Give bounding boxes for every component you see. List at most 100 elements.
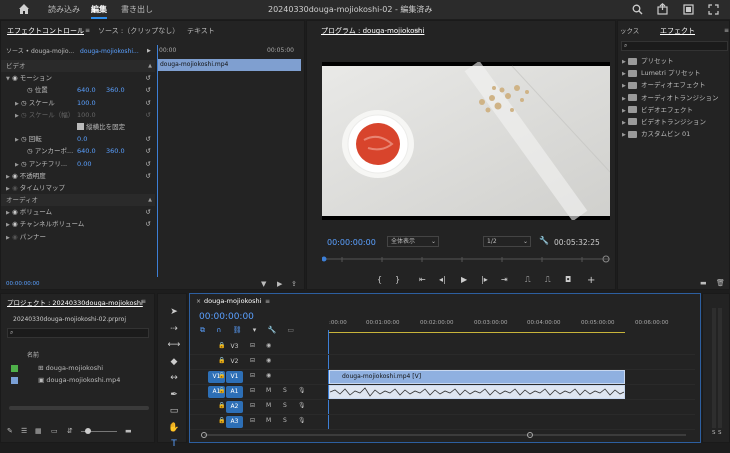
tab-source[interactable]: ソース :（クリップなし） (98, 23, 179, 39)
wrench-icon[interactable]: 🔧 (539, 236, 549, 245)
tab-text[interactable]: テキスト (187, 23, 215, 39)
lift-icon[interactable]: ⎍ (525, 275, 531, 285)
play-only-icon[interactable]: ▶ (147, 48, 151, 54)
effects-item[interactable]: ▶ Lumetri プリセット (622, 67, 730, 79)
tab-partial[interactable]: ックス (620, 23, 639, 39)
column-name[interactable]: 名前 (27, 350, 39, 359)
pen-tool-icon[interactable]: ✒ (167, 387, 181, 404)
play-icon[interactable]: ▶ (277, 280, 282, 288)
source-selector[interactable]: ソース • douga-mojio... (6, 48, 74, 55)
go-to-out-icon[interactable]: ⇥ (501, 275, 508, 284)
effects-item[interactable]: ▶ カスタムビン 01 (622, 128, 730, 140)
rectangle-tool-icon[interactable]: ▭ (167, 403, 181, 420)
fit-dropdown[interactable]: 全体表示 ⌄ (387, 236, 439, 247)
fx-channel-volume[interactable]: ▶ ◉ チャンネルボリューム ↺ (1, 218, 155, 230)
effects-item[interactable]: ▶ オーディオトランジション (622, 92, 730, 104)
fx-position[interactable]: ◷ 位置 640.0 360.0 ↺ (1, 84, 155, 96)
step-back-icon[interactable]: ◂| (439, 275, 446, 284)
fullscreen-icon[interactable] (708, 4, 719, 15)
workspace-tab-edit[interactable]: 編集 (91, 4, 107, 19)
icon-view-icon[interactable]: ▦ (35, 427, 42, 435)
workspace-tab-import[interactable]: 読み込み (48, 4, 80, 15)
fx-panner[interactable]: ▶ ◉ パンナー (1, 231, 155, 243)
resolution-dropdown[interactable]: 1/2 ⌄ (483, 236, 531, 247)
quick-export-icon[interactable] (657, 3, 668, 15)
new-bin-icon[interactable]: ▬ (700, 279, 707, 287)
fx-opacity[interactable]: ▶ ◉ 不透明度 ↺ (1, 170, 155, 182)
pencil-icon[interactable]: ✎ (7, 427, 13, 435)
track-a2[interactable]: 🔒 A2 ⊟ M S 🎙 (190, 400, 695, 415)
project-search-input[interactable]: ⌕ (7, 328, 149, 338)
panel-menu-icon[interactable]: ≡ (85, 27, 90, 34)
fx-antiflicker[interactable]: ▶ ◷ アンチフリ... 0.00 ↺ (1, 158, 155, 170)
track-a1[interactable]: A1 🔒 A1 ⊟ M S 🎙 (190, 385, 695, 400)
selection-tool-icon[interactable]: ➤ (167, 304, 181, 321)
effects-item[interactable]: ▶ ビデオトランジション (622, 116, 730, 128)
filter-icon[interactable]: ▼ (261, 280, 266, 288)
settings-icon[interactable]: 🔧 (267, 326, 276, 334)
tab-effects[interactable]: エフェクト (660, 23, 695, 39)
razor-tool-icon[interactable]: ◆ (167, 354, 181, 371)
project-scrollbar[interactable] (9, 406, 149, 410)
slip-tool-icon[interactable]: ↔ (167, 370, 181, 387)
type-tool-icon[interactable]: T (167, 436, 181, 453)
go-to-in-icon[interactable]: ⇤ (419, 275, 426, 284)
track-select-icon[interactable]: ⇢ (167, 321, 181, 338)
fx-scale[interactable]: ▶ ◷ スケール 100.0 ↺ (1, 97, 155, 109)
sequence-tab[interactable]: douga-mojiokoshi (204, 297, 261, 305)
program-title[interactable]: プログラム : douga-mojiokoshi (321, 23, 424, 39)
audio-clip[interactable] (329, 385, 625, 399)
track-v3[interactable]: 🔒 V3 ⊟ ◉ (190, 340, 695, 355)
reset-icon[interactable]: ↺ (146, 72, 151, 84)
search-icon[interactable] (632, 4, 643, 15)
track-a3[interactable]: 🔒 A3 ⊟ M S 🎙 (190, 415, 695, 430)
track-v2[interactable]: 🔒 V2 ⊟ ◉ (190, 355, 695, 370)
track-v1[interactable]: V1 🔒 V1 ⊟ ◉ douga-mojiokoshi.mp4 [V] (190, 370, 695, 385)
captions-icon[interactable]: ▭ (287, 326, 294, 334)
effects-item[interactable]: ▶ プリセット (622, 55, 730, 67)
video-clip[interactable]: douga-mojiokoshi.mp4 [V] (329, 370, 625, 384)
program-scrubber[interactable] (322, 254, 610, 265)
project-title[interactable]: プロジェクト : 20240330douga-mojiokoshi (7, 295, 143, 311)
mark-in-icon[interactable]: { (377, 275, 382, 284)
time-ruler[interactable]: :00:00 00:01:00:00 00:02:00:00 00:03:00:… (329, 320, 689, 338)
list-view-icon[interactable]: ☰ (21, 427, 27, 435)
camera-icon[interactable]: ◘ (565, 275, 571, 284)
effects-item[interactable]: ▶ ビデオエフェクト (622, 104, 730, 116)
clip-selector[interactable]: douga-mojiokoshi... (80, 48, 139, 55)
window-icon[interactable] (683, 4, 694, 15)
tab-effect-controls[interactable]: エフェクトコントロール (7, 23, 84, 39)
fx-rotation[interactable]: ▶ ◷ 回転 0.0 ↺ (1, 133, 155, 145)
checkbox[interactable] (77, 123, 84, 131)
sort-icon[interactable]: ⇵ (67, 427, 73, 435)
video-frame[interactable] (322, 62, 610, 220)
step-forward-icon[interactable]: |▸ (481, 275, 488, 284)
marker-icon[interactable]: ▾ (253, 326, 257, 334)
trash-icon[interactable]: 🗑 (716, 279, 725, 287)
list-item[interactable]: ▣ douga-mojiokoshi.mp4 (11, 374, 151, 386)
nest-icon[interactable]: ⧉ (200, 326, 205, 334)
clip-bar[interactable]: douga-mojiokoshi.mp4 (157, 59, 301, 71)
fx-anchor[interactable]: ◷ アンカーポ... 640.0 360.0 ↺ (1, 145, 155, 157)
effects-search-input[interactable]: ⌕ (621, 41, 728, 51)
extract-icon[interactable]: ⎍ (545, 275, 551, 285)
workspace-tab-export[interactable]: 書き出し (121, 4, 153, 15)
add-button-icon[interactable]: + (587, 275, 595, 286)
folder-icon[interactable]: ▬ (125, 427, 132, 435)
ripple-edit-icon[interactable]: ⟷ (167, 337, 181, 354)
export-icon[interactable]: ⇪ (291, 280, 297, 288)
fx-motion[interactable]: ▼ ◉ モーション ↺ (1, 72, 155, 84)
mark-out-icon[interactable]: } (395, 275, 400, 284)
linked-select-icon[interactable]: ⛓ (233, 326, 242, 334)
hand-tool-icon[interactable]: ✋ (167, 420, 181, 437)
zoom-slider-handle[interactable] (85, 428, 91, 434)
timeline-scrollbar[interactable] (200, 432, 690, 438)
effects-item[interactable]: ▶ オーディオエフェクト (622, 79, 730, 91)
play-icon[interactable]: ▶ (461, 275, 467, 284)
fx-timeremap[interactable]: ▶ ◉ タイムリマップ (1, 182, 155, 194)
freeform-view-icon[interactable]: ▭ (51, 427, 58, 435)
timeline-timecode[interactable]: 00:00:00:00 (199, 312, 254, 322)
snap-icon[interactable]: ∩ (216, 326, 221, 334)
program-timecode[interactable]: 00:00:00:00 (327, 238, 376, 247)
home-icon[interactable] (18, 3, 30, 15)
